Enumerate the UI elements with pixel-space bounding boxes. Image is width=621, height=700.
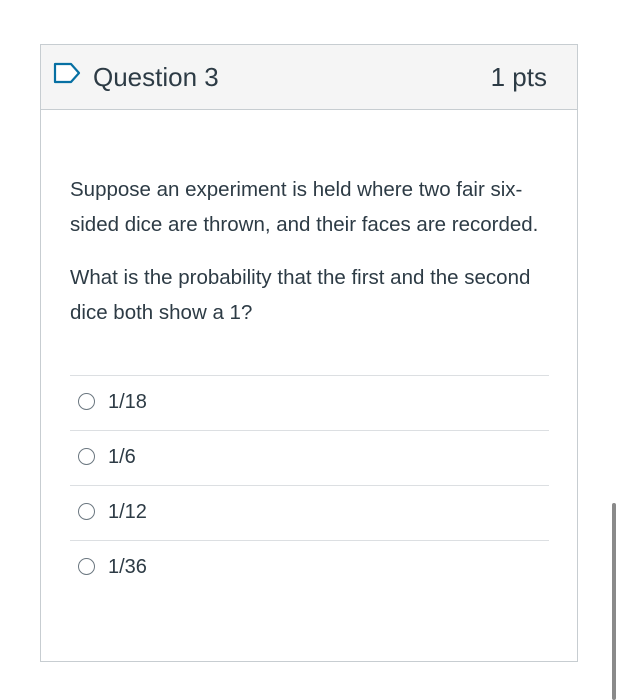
answer-label[interactable]: 1/12 xyxy=(108,498,147,526)
answer-option[interactable]: 1/6 xyxy=(70,431,549,486)
question-title: Question 3 xyxy=(93,62,219,92)
answer-option[interactable]: 1/18 xyxy=(70,376,549,431)
question-paragraph: What is the probability that the first a… xyxy=(70,266,531,324)
question-paragraph: Suppose an experiment is held where two … xyxy=(70,178,539,236)
answer-list: 1/18 1/6 1/12 1/36 xyxy=(70,375,549,595)
answer-label[interactable]: 1/36 xyxy=(108,553,147,581)
question-text: Suppose an experiment is held where two … xyxy=(70,172,549,330)
page: Question 3 1 pts Suppose an experiment i… xyxy=(0,0,621,700)
answer-option[interactable]: 1/12 xyxy=(70,486,549,541)
question-header: Question 3 1 pts xyxy=(41,45,577,110)
question-body: Suppose an experiment is held where two … xyxy=(41,172,577,595)
question-points: 1 pts xyxy=(490,62,547,92)
question-card: Question 3 1 pts Suppose an experiment i… xyxy=(40,44,578,662)
answer-label[interactable]: 1/18 xyxy=(108,388,147,416)
radio-button[interactable] xyxy=(78,393,95,410)
bookmark-flag-icon[interactable] xyxy=(53,62,81,84)
scrollbar[interactable] xyxy=(612,503,616,700)
radio-button[interactable] xyxy=(78,503,95,520)
radio-button[interactable] xyxy=(78,558,95,575)
answer-label[interactable]: 1/6 xyxy=(108,443,136,471)
answer-option[interactable]: 1/36 xyxy=(70,541,549,595)
radio-button[interactable] xyxy=(78,448,95,465)
